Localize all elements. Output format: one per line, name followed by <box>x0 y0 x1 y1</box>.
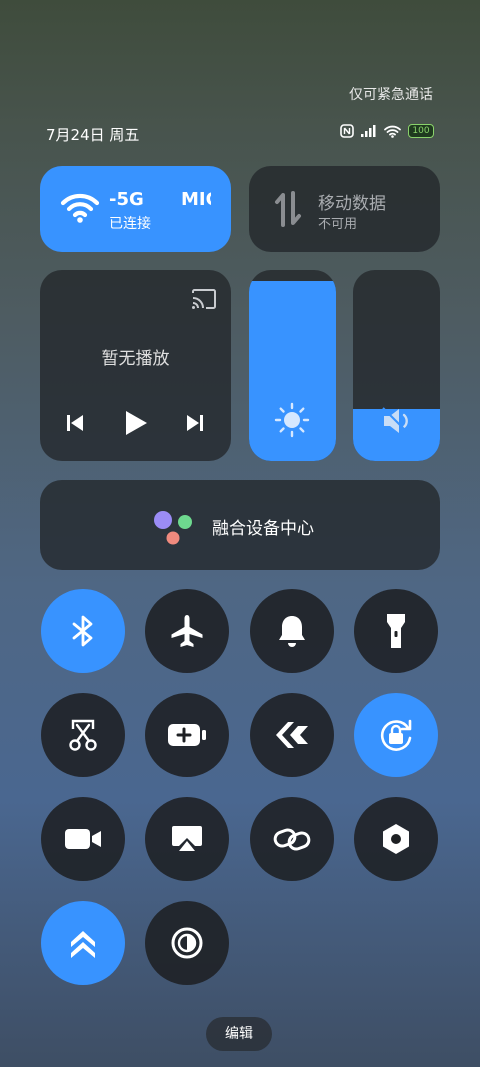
bell-icon <box>279 616 305 647</box>
wifi-ssid: -5G <box>109 189 144 210</box>
battery-saver-toggle[interactable] <box>145 693 229 777</box>
nearby-share-toggle[interactable] <box>250 693 334 777</box>
screen-record-toggle[interactable] <box>41 797 125 881</box>
scissors-icon <box>69 719 97 751</box>
airplane-toggle[interactable] <box>145 589 229 673</box>
system-status-icons: 100 <box>340 124 434 138</box>
screenshot-toggle[interactable] <box>41 693 125 777</box>
mobile-data-tile[interactable]: 移动数据 不可用 <box>249 166 440 252</box>
media-status: 暂无播放 <box>101 349 170 369</box>
wifi-tile[interactable]: -5G MIC 已连接 <box>40 166 231 252</box>
edit-button[interactable]: 编辑 <box>206 1017 272 1051</box>
cast-toggle[interactable] <box>145 797 229 881</box>
flashlight-icon <box>387 614 405 648</box>
signal-icon <box>361 125 376 137</box>
previous-icon[interactable] <box>65 413 85 433</box>
bluetooth-icon <box>72 615 93 647</box>
dark-mode-toggle[interactable] <box>145 901 229 985</box>
data-arrows-icon <box>275 191 301 227</box>
wifi-ssid-tail: MIC <box>181 189 211 210</box>
cast-screen-icon <box>172 826 202 851</box>
battery-icon: 100 <box>408 124 434 138</box>
media-player-tile: 暂无播放 <box>40 270 231 461</box>
device-center-tile[interactable]: 融合设备中心 <box>40 480 440 570</box>
play-icon[interactable] <box>123 409 149 437</box>
next-icon[interactable] <box>185 413 205 433</box>
rotation-lock-icon <box>380 719 412 751</box>
share-icon <box>276 722 308 748</box>
double-chevron-up-icon <box>71 931 95 958</box>
contrast-icon <box>171 927 203 959</box>
battery-plus-icon <box>168 724 206 746</box>
volume-slider[interactable] <box>353 270 440 461</box>
brightness-slider[interactable] <box>249 270 336 461</box>
flashlight-toggle[interactable] <box>354 589 438 673</box>
speaker-muted-icon <box>382 407 410 435</box>
brightness-sun-icon <box>274 402 310 438</box>
mobile-data-state: 不可用 <box>318 217 358 232</box>
bluetooth-toggle[interactable] <box>41 589 125 673</box>
nfc-icon <box>340 124 354 138</box>
video-camera-icon <box>65 829 101 849</box>
cast-icon[interactable] <box>191 288 217 310</box>
bell-toggle[interactable] <box>250 589 334 673</box>
settings-toggle[interactable] <box>354 797 438 881</box>
mobile-data-title: 移动数据 <box>318 194 386 214</box>
link-icon <box>273 828 311 851</box>
hex-nut-icon <box>383 824 409 854</box>
rotation-lock-toggle[interactable] <box>354 693 438 777</box>
link-toggle[interactable] <box>250 797 334 881</box>
wifi-state: 已连接 <box>109 216 151 232</box>
date-label: 7月24日 周五 <box>46 126 140 144</box>
wifi-status-icon <box>384 125 401 138</box>
device-center-label: 融合设备中心 <box>212 519 314 539</box>
wifi-icon <box>60 193 100 223</box>
boost-toggle[interactable] <box>41 901 125 985</box>
airplane-icon <box>171 615 203 647</box>
device-center-logo-icon <box>154 511 192 545</box>
emergency-calls-only: 仅可紧急通话 <box>349 87 433 103</box>
